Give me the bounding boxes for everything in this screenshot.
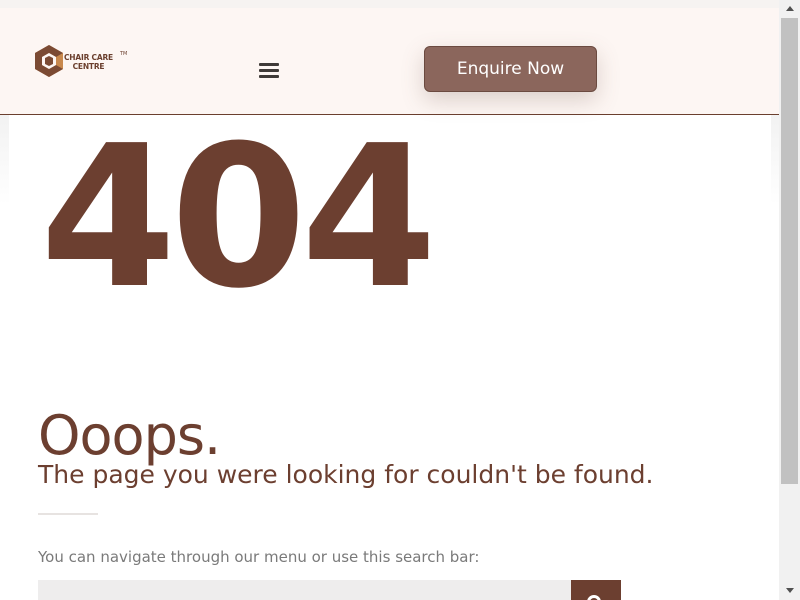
top-strip: [0, 0, 779, 8]
enquire-now-button[interactable]: Enquire Now: [424, 46, 597, 92]
search-button[interactable]: [571, 580, 621, 600]
menu-bar: [259, 69, 279, 72]
scroll-down-arrow-icon[interactable]: [779, 582, 800, 598]
scroll-up-arrow-icon[interactable]: [779, 0, 800, 16]
vertical-scrollbar[interactable]: [779, 0, 800, 600]
menu-bar: [259, 63, 279, 66]
search-input[interactable]: [38, 580, 571, 600]
logo[interactable]: CHAIR CARE CENTRE TM: [34, 44, 134, 88]
right-shade: [771, 115, 779, 205]
scrollbar-thumb[interactable]: [781, 18, 798, 484]
error-code: 404: [40, 104, 437, 332]
divider: [38, 513, 98, 515]
left-shade: [0, 115, 9, 205]
hamburger-icon[interactable]: [259, 63, 281, 79]
logo-trademark: TM: [120, 51, 128, 57]
site-header: CHAIR CARE CENTRE TM Enquire Now: [0, 8, 779, 115]
logo-line-1: CHAIR CARE: [64, 53, 113, 62]
error-message: The page you were looking for couldn't b…: [38, 460, 654, 489]
hexagon-c-logo-icon: [35, 45, 63, 77]
logo-line-2: CENTRE: [72, 62, 105, 71]
page: CHAIR CARE CENTRE TM Enquire Now 404 Ooo…: [0, 0, 779, 600]
navigation-hint: You can navigate through our menu or use…: [38, 548, 480, 566]
logo-text: CHAIR CARE CENTRE: [64, 53, 113, 71]
search-icon: [587, 595, 601, 600]
menu-bar: [259, 75, 279, 78]
